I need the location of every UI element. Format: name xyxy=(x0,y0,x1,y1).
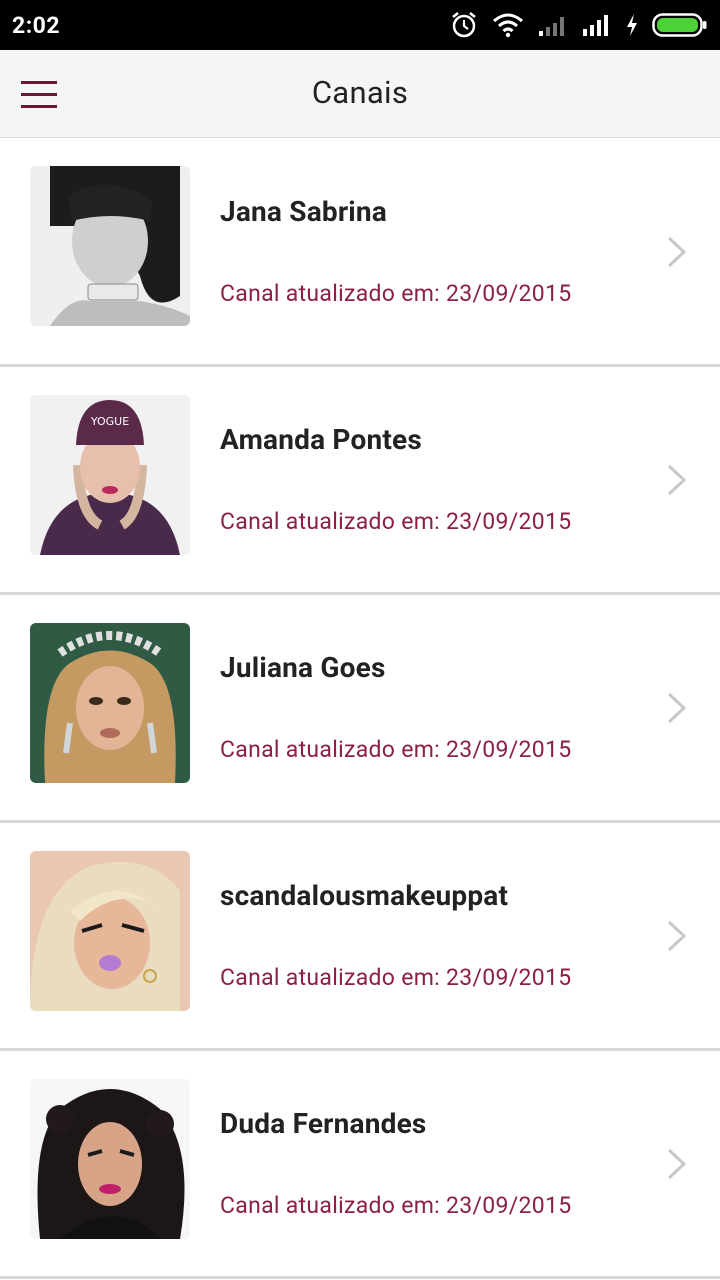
alarm-icon xyxy=(452,12,476,38)
channel-row-scandalousmakeuppat[interactable]: scandalousmakeuppat Canal atualizado em:… xyxy=(0,823,720,1051)
channel-updated-date: Canal atualizado em: 23/09/2015 xyxy=(220,736,572,763)
page-title: Canais xyxy=(311,74,409,111)
status-bar: 2:02 xyxy=(0,0,720,50)
signal-icon xyxy=(583,15,608,36)
channel-updated-date: Canal atualizado em: 23/09/2015 xyxy=(220,280,572,307)
channel-updated-date: Canal atualizado em: 23/09/2015 xyxy=(220,1192,572,1219)
status-time: 2:02 xyxy=(12,11,61,39)
channel-row-jana-sabrina[interactable]: Jana Sabrina Canal atualizado em: 23/09/… xyxy=(0,139,720,367)
channel-name: scandalousmakeuppat xyxy=(220,879,509,912)
wifi-icon xyxy=(493,13,523,38)
signal-icon xyxy=(539,17,564,36)
chevron-right-icon xyxy=(667,920,687,952)
battery-icon xyxy=(652,13,707,37)
channel-updated-date: Canal atualizado em: 23/09/2015 xyxy=(220,508,572,535)
channel-name: Juliana Goes xyxy=(220,651,386,684)
chevron-right-icon xyxy=(667,1148,687,1180)
channel-row-amanda-pontes[interactable]: YOGUE Amanda Pontes Canal atualizado em:… xyxy=(0,367,720,595)
charging-icon xyxy=(627,14,637,36)
channel-updated-date: Canal atualizado em: 23/09/2015 xyxy=(220,964,572,991)
avatar: YOGUE xyxy=(30,395,190,555)
chevron-right-icon xyxy=(667,692,687,724)
channel-name: Jana Sabrina xyxy=(220,195,387,228)
avatar xyxy=(30,851,190,1011)
channel-list: Jana Sabrina Canal atualizado em: 23/09/… xyxy=(0,139,720,1279)
avatar xyxy=(30,623,190,783)
chevron-right-icon xyxy=(667,464,687,496)
channel-name: Duda Fernandes xyxy=(220,1107,427,1140)
chevron-right-icon xyxy=(667,236,687,268)
avatar xyxy=(30,1079,190,1239)
channel-name: Amanda Pontes xyxy=(220,423,422,456)
status-icons xyxy=(450,11,708,39)
svg-text:YOGUE: YOGUE xyxy=(90,415,129,428)
avatar xyxy=(30,166,190,326)
app-bar: Canais xyxy=(0,50,720,138)
channel-row-duda-fernandes[interactable]: Duda Fernandes Canal atualizado em: 23/0… xyxy=(0,1051,720,1279)
channel-row-juliana-goes[interactable]: Juliana Goes Canal atualizado em: 23/09/… xyxy=(0,595,720,823)
